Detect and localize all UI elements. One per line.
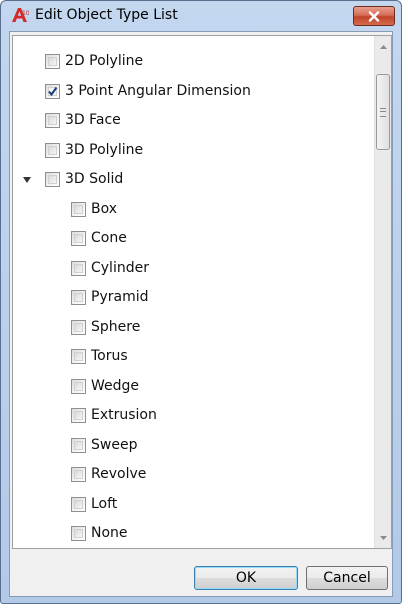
checkbox[interactable] <box>45 172 60 187</box>
list-item[interactable]: Wedge <box>13 372 373 402</box>
object-type-list: 2D Polyline 3 Point Angular Dimension 3D F… <box>12 35 392 549</box>
list-item[interactable]: Loft <box>13 490 373 520</box>
checkbox[interactable] <box>71 437 86 453</box>
list-item[interactable]: Extrusion <box>13 401 373 431</box>
list-item[interactable]: 3 Point Angular Dimension <box>13 77 373 107</box>
dialog-title: Edit Object Type List <box>35 7 178 23</box>
list-item-label: Cone <box>91 230 127 246</box>
checkbox[interactable] <box>45 113 60 128</box>
list-item[interactable]: Revolve <box>13 460 373 490</box>
list-item[interactable]: 3D Face <box>13 106 373 136</box>
list-item[interactable]: Cone <box>13 224 373 254</box>
checkbox[interactable] <box>71 231 86 246</box>
list-item-label: None <box>91 525 128 541</box>
list-item[interactable]: Pyramid <box>13 283 373 313</box>
checkbox[interactable] <box>45 83 60 99</box>
list-item[interactable]: Box <box>13 195 373 225</box>
scroll-down-arrow-icon <box>380 535 387 540</box>
dialog-client-area: 2D Polyline 3 Point Angular Dimension 3D F… <box>9 31 393 597</box>
checkbox[interactable] <box>71 467 86 482</box>
ok-button[interactable]: OK <box>194 566 298 590</box>
checkbox[interactable] <box>71 201 86 217</box>
list-item-label: 2D Polyline <box>65 53 144 69</box>
list-item-label: Wedge <box>91 377 140 394</box>
list-item[interactable]: 3D Solid <box>13 165 373 195</box>
checkbox[interactable] <box>71 496 86 512</box>
checkbox[interactable] <box>71 319 86 335</box>
list-item-label: 3 Point Angular Dimension <box>65 82 251 99</box>
list-item[interactable]: None <box>13 519 373 548</box>
vertical-scrollbar[interactable] <box>374 36 391 548</box>
list-item-label: Torus <box>91 348 128 364</box>
scroll-up-button[interactable] <box>375 38 391 55</box>
list-item[interactable]: Sphere <box>13 313 373 343</box>
list-item-label: Sweep <box>91 436 138 453</box>
checkbox[interactable] <box>45 142 60 158</box>
list-item[interactable]: Torus <box>13 342 373 372</box>
list-item-label: 3D Polyline <box>65 141 144 158</box>
list-item[interactable]: 3D Polyline <box>13 136 373 166</box>
checkbox[interactable] <box>71 260 86 276</box>
scroll-up-arrow-icon <box>380 44 387 49</box>
scroll-thumb[interactable] <box>376 74 390 150</box>
list-item-label: Revolve <box>91 466 147 482</box>
autocad-app-icon: 10 <box>12 8 29 22</box>
list-item-label: 3D Solid <box>65 171 124 187</box>
expanded-arrow-icon[interactable] <box>22 176 32 184</box>
close-button[interactable] <box>353 6 395 26</box>
checkbox[interactable] <box>71 349 86 364</box>
list-item-label: Sphere <box>91 318 141 335</box>
checkbox[interactable] <box>71 378 86 394</box>
scroll-down-button[interactable] <box>375 529 391 546</box>
check-mark-icon <box>48 86 58 96</box>
list-item-label: Box <box>91 200 118 217</box>
title-bar[interactable]: 10 Edit Object Type List <box>1 1 401 31</box>
checkbox[interactable] <box>71 526 86 541</box>
list-item[interactable]: 2D Polyline <box>13 47 373 77</box>
list-item-label: Loft <box>91 495 118 512</box>
close-icon <box>368 10 380 22</box>
list-item[interactable]: Sweep <box>13 431 373 461</box>
dialog-window: 10 Edit Object Type List 2D Polyline 3 Po… <box>0 0 402 604</box>
checkbox[interactable] <box>71 408 86 423</box>
list-item-label: Extrusion <box>91 407 157 423</box>
cancel-button[interactable]: Cancel <box>306 566 388 590</box>
list-item-label: Pyramid <box>91 289 149 305</box>
list-item[interactable]: Cylinder <box>13 254 373 284</box>
checkbox[interactable] <box>71 290 86 305</box>
svg-text:10: 10 <box>22 10 29 17</box>
checkbox[interactable] <box>45 54 60 69</box>
grip-icon <box>380 107 386 117</box>
list-item-label: 3D Face <box>65 112 121 128</box>
list-item-label: Cylinder <box>91 259 149 276</box>
